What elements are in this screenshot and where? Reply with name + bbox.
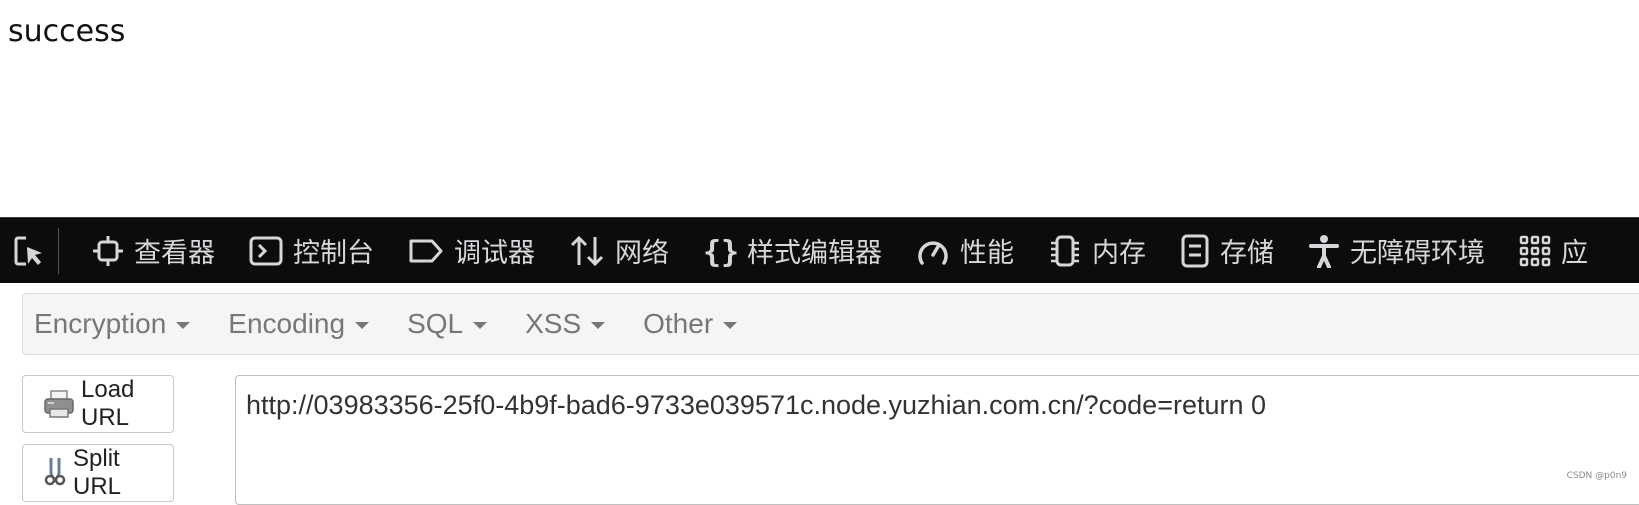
load-url-icon <box>44 390 74 418</box>
tab-label: 样式编辑器 <box>747 238 882 269</box>
caret-down-icon <box>473 322 488 329</box>
caret-down-icon <box>355 322 370 329</box>
load-url-button[interactable]: Load URL <box>22 375 174 433</box>
tab-label: 调试器 <box>454 238 535 269</box>
storage-icon <box>1181 234 1209 267</box>
menu-other[interactable]: Other <box>632 308 748 340</box>
tab-label: 性能 <box>960 238 1014 269</box>
tab-memory[interactable]: 内存 <box>1031 218 1163 283</box>
toolbar-separator <box>58 227 59 274</box>
menu-label: XSS <box>525 308 582 339</box>
tab-inspector[interactable]: 查看器 <box>75 218 232 283</box>
memory-icon <box>1051 235 1079 266</box>
menu-xss[interactable]: XSS <box>514 308 616 340</box>
element-picker-icon <box>14 236 42 265</box>
application-icon <box>1519 235 1551 266</box>
url-input[interactable]: http://03983356-25f0-4b9f-bad6-9733e0395… <box>235 375 1639 505</box>
caret-down-icon <box>591 322 606 329</box>
tab-label: 应 <box>1561 238 1588 269</box>
tab-label: 网络 <box>615 238 669 269</box>
tab-label: 内存 <box>1092 238 1146 269</box>
svg-text:{}: {} <box>703 235 737 268</box>
split-url-icon <box>44 458 66 486</box>
hackbar-menu: Encryption Encoding SQL XSS Other <box>22 293 1639 355</box>
tab-label: 存储 <box>1220 238 1274 269</box>
performance-icon <box>918 240 948 265</box>
tab-console[interactable]: 控制台 <box>232 218 391 283</box>
inspector-icon <box>93 235 123 266</box>
tab-label: 无障碍环境 <box>1350 238 1485 269</box>
tab-label: 控制台 <box>293 238 374 269</box>
watermark-text: CSDN @p0n9 <box>1566 471 1627 481</box>
tab-storage[interactable]: 存储 <box>1163 218 1291 283</box>
caret-down-icon <box>176 322 191 329</box>
element-picker-button[interactable] <box>0 218 58 283</box>
menu-label: Encryption <box>34 308 167 339</box>
tab-network[interactable]: 网络 <box>552 218 686 283</box>
network-icon <box>570 235 604 266</box>
accessibility-icon <box>1309 234 1339 268</box>
tab-performance[interactable]: 性能 <box>899 218 1031 283</box>
tab-debugger[interactable]: 调试器 <box>391 218 552 283</box>
menu-encryption[interactable]: Encryption <box>23 308 201 340</box>
menu-label: Encoding <box>228 308 346 339</box>
tab-label: 查看器 <box>134 238 215 269</box>
menu-label: SQL <box>407 308 464 339</box>
load-url-label: Load URL <box>81 376 135 431</box>
style-editor-icon: {} <box>703 235 737 268</box>
caret-down-icon <box>723 322 738 329</box>
console-icon <box>249 236 283 265</box>
split-url-button[interactable]: Split URL <box>22 444 174 502</box>
tab-accessibility[interactable]: 无障碍环境 <box>1291 218 1502 283</box>
page-output-text: success <box>8 14 126 49</box>
debugger-icon <box>409 239 443 262</box>
menu-encoding[interactable]: Encoding <box>217 308 380 340</box>
tab-application[interactable]: 应 <box>1502 218 1605 283</box>
devtools-toolbar: 查看器 控制台 调试器 网络 {} 样式编辑器 性能 内存 存储 无障碍环境 应 <box>0 217 1639 283</box>
menu-label: Other <box>643 308 714 339</box>
menu-sql[interactable]: SQL <box>396 308 498 340</box>
tab-style-editor[interactable]: {} 样式编辑器 <box>686 218 899 283</box>
